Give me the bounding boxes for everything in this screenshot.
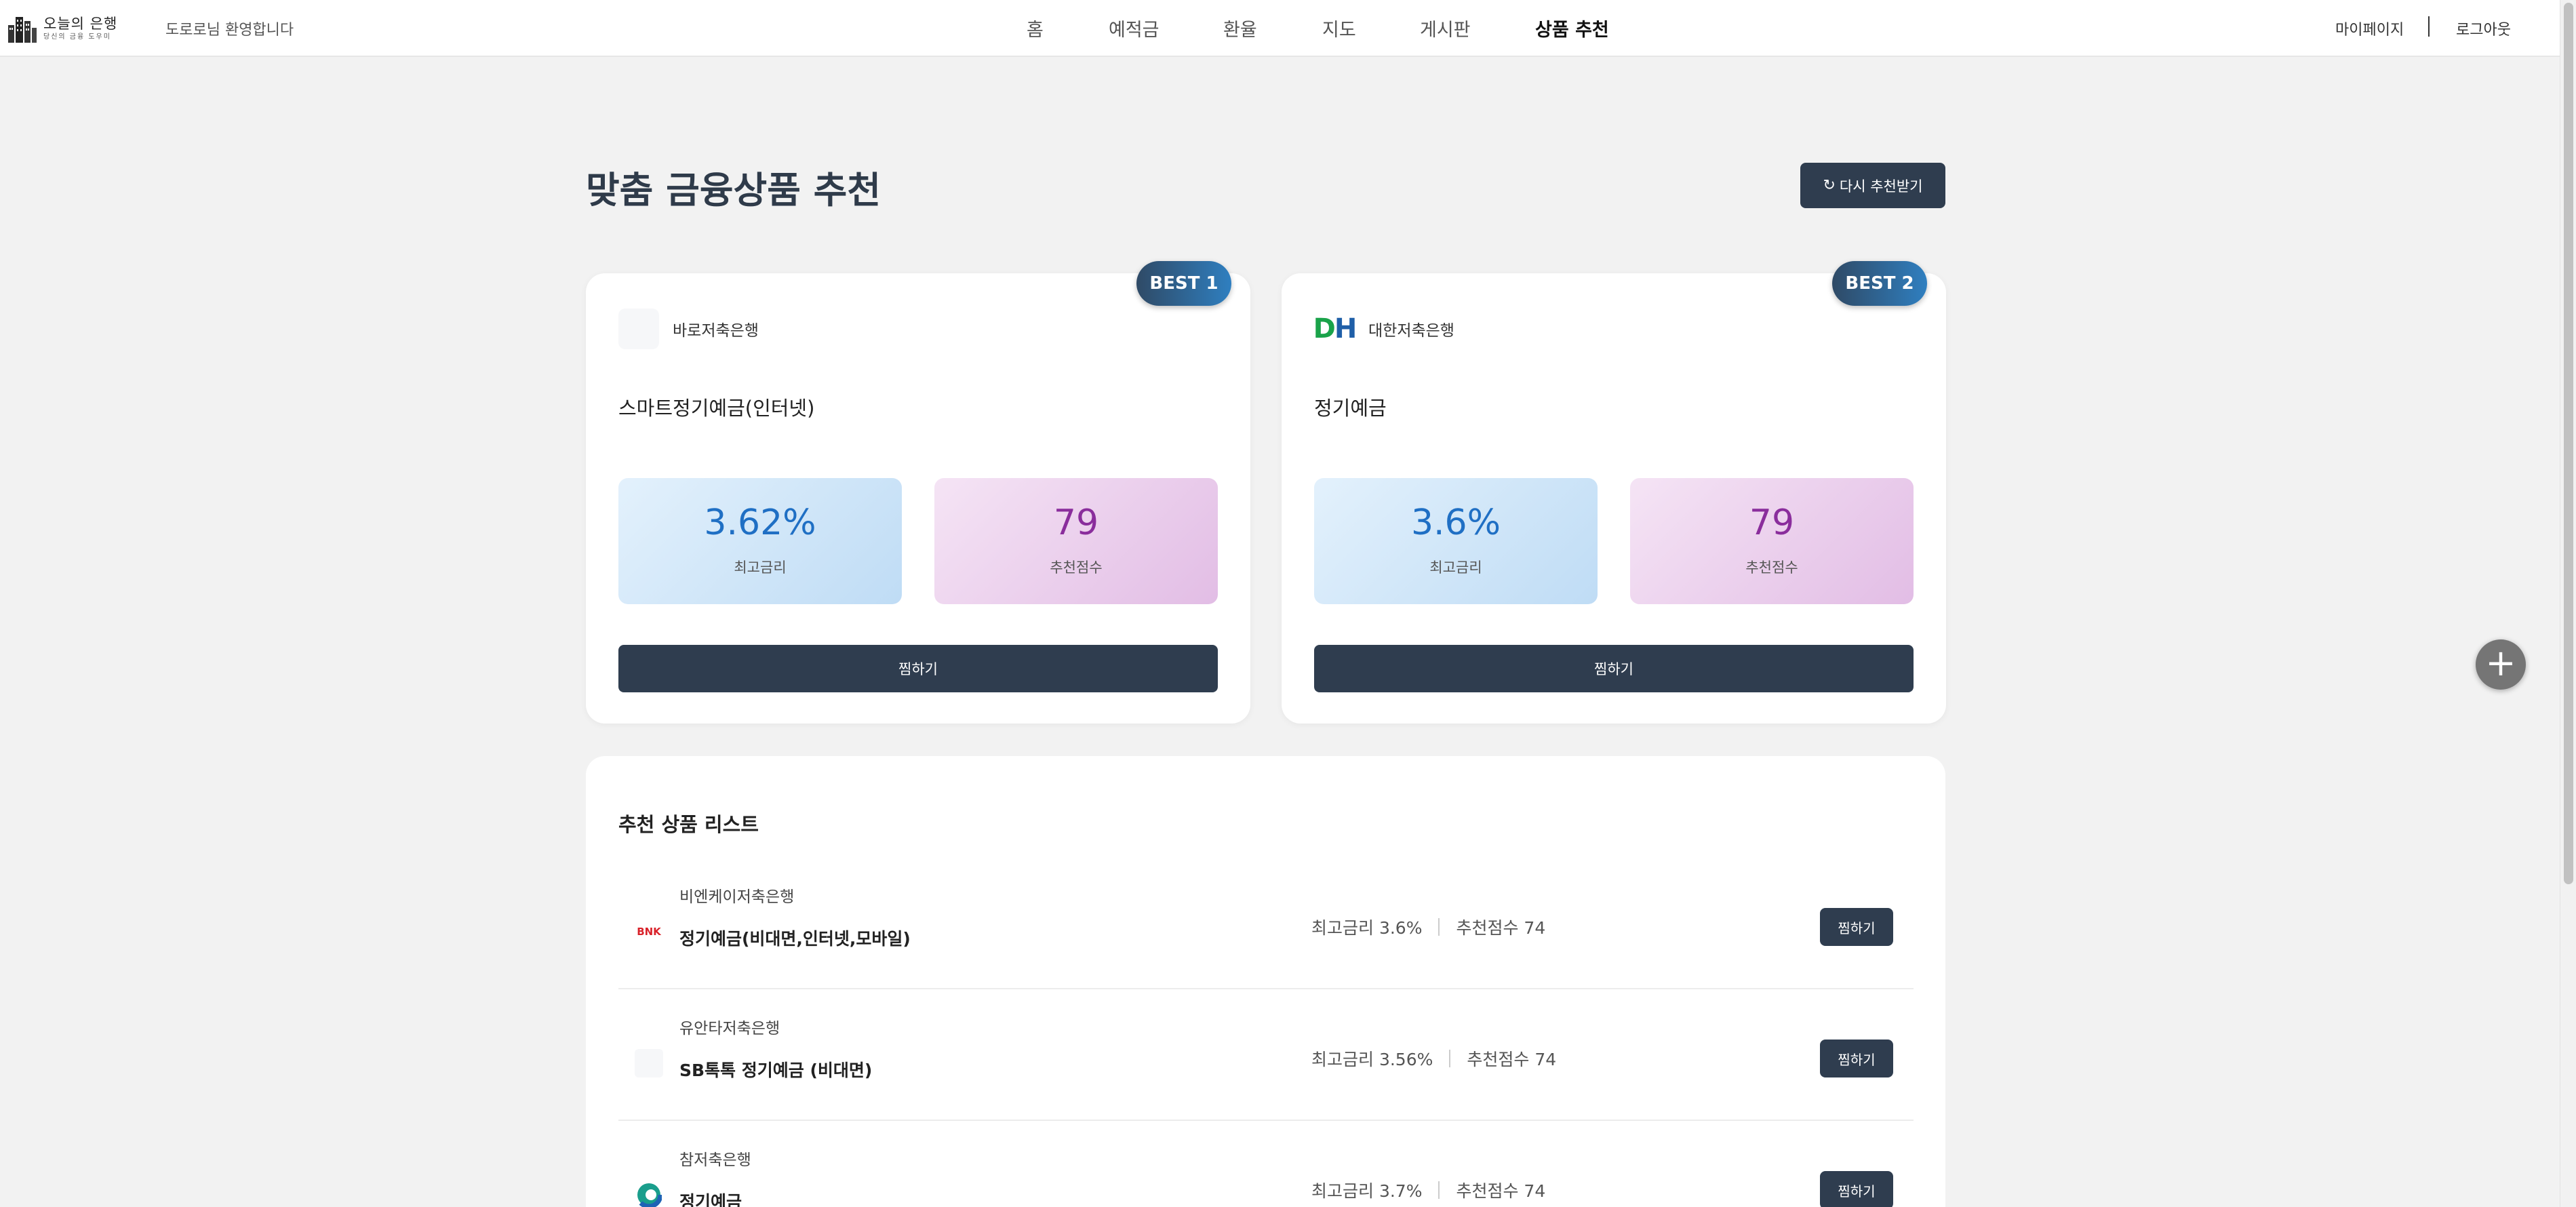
stats-divider — [1438, 1181, 1440, 1199]
bank-name: 대한저축은행 — [1368, 322, 1454, 340]
product-name: 스마트정기예금(인터넷) — [618, 397, 815, 420]
score-text: 추천점수 74 — [1467, 1050, 1557, 1069]
score-box: 79 추천점수 — [1630, 478, 1914, 604]
max-rate-text: 최고금리 3.7% — [1311, 1181, 1423, 1201]
mypage-link[interactable]: 마이페이지 — [2335, 18, 2404, 39]
refresh-button-label: 다시 추천받기 — [1839, 178, 1923, 195]
score-value: 79 — [1749, 502, 1795, 543]
logout-link[interactable]: 로그아웃 — [2456, 18, 2511, 39]
page-title: 맞춤 금융상품 추천 — [586, 169, 881, 212]
nav-exchange[interactable]: 환율 — [1223, 15, 1257, 41]
max-rate-value: 3.6% — [1410, 502, 1501, 543]
list-item: BNK 비엔케이저축은행 정기예금(비대면,인터넷,모바일) 최고금리 3.6%… — [618, 858, 1914, 989]
bank-name: 유안타저축은행 — [679, 1020, 780, 1037]
wishlist-button[interactable]: 찜하기 — [1820, 1171, 1893, 1207]
wishlist-button[interactable]: 찜하기 — [1314, 645, 1914, 692]
dh-logo-text: DH — [1313, 313, 1358, 344]
list-title: 추천 상품 리스트 — [618, 813, 759, 836]
bank-logo — [618, 309, 659, 349]
plus-icon: + — [2485, 641, 2516, 684]
nav-deposits[interactable]: 예적금 — [1109, 15, 1160, 41]
main-nav: 홈 예적금 환율 지도 게시판 상품 추천 — [0, 15, 2560, 42]
score-text: 추천점수 74 — [1456, 918, 1546, 938]
top-header: 오늘의 은행 당신의 금융 도우미 도로로님 환영합니다 홈 예적금 환율 지도… — [0, 0, 2560, 57]
max-rate-label: 최고금리 — [1429, 559, 1482, 576]
product-name: 정기예금(비대면,인터넷,모바일) — [679, 929, 911, 949]
score-label: 추천점수 — [1745, 559, 1798, 576]
nav-recommend[interactable]: 상품 추천 — [1535, 15, 1609, 41]
bank-name: 비엔케이저축은행 — [679, 888, 795, 906]
best-badge: BEST 2 — [1832, 261, 1927, 306]
scrollbar-thumb[interactable] — [2564, 3, 2573, 884]
score-text: 추천점수 74 — [1456, 1181, 1546, 1201]
nav-map[interactable]: 지도 — [1322, 15, 1356, 41]
bank-logo — [635, 1181, 663, 1207]
refresh-recommend-button[interactable]: ↻ 다시 추천받기 — [1800, 163, 1945, 208]
best-card-2: BEST 2 DH 대한저축은행 정기예금 3.6% 최고금리 79 추천점수 … — [1282, 261, 1946, 724]
bank-logo — [635, 1049, 663, 1077]
max-rate-text: 최고금리 3.56% — [1311, 1050, 1433, 1069]
bnk-logo-text: BNK — [637, 926, 661, 938]
wishlist-button[interactable]: 찜하기 — [618, 645, 1218, 692]
bank-logo: DH — [1313, 309, 1358, 349]
floating-add-button[interactable]: + — [2476, 639, 2526, 690]
product-name: 정기예금 — [679, 1192, 742, 1207]
refresh-icon: ↻ — [1823, 177, 1836, 194]
score-value: 79 — [1053, 502, 1099, 543]
list-item: 참저축은행 정기예금 최고금리 3.7% 추천점수 74 찜하기 — [618, 1121, 1914, 1207]
nav-home[interactable]: 홈 — [1027, 15, 1044, 41]
nav-board[interactable]: 게시판 — [1420, 15, 1471, 41]
wishlist-button[interactable]: 찜하기 — [1820, 908, 1893, 946]
max-rate-box: 3.6% 최고금리 — [1314, 478, 1598, 604]
product-name: SB톡톡 정기예금 (비대면) — [679, 1061, 873, 1080]
bank-logo: BNK — [635, 917, 663, 946]
cham-logo-icon — [636, 1182, 662, 1207]
recommend-list-panel: 추천 상품 리스트 BNK 비엔케이저축은행 정기예금(비대면,인터넷,모바일)… — [586, 756, 1945, 1207]
max-rate-text: 최고금리 3.6% — [1311, 918, 1423, 938]
list-item: 유안타저축은행 SB톡톡 정기예금 (비대면) 최고금리 3.56% 추천점수 … — [618, 989, 1914, 1121]
header-divider — [2428, 16, 2430, 37]
max-rate-value: 3.62% — [704, 502, 816, 543]
stats-divider — [1438, 918, 1440, 936]
score-box: 79 추천점수 — [934, 478, 1218, 604]
score-label: 추천점수 — [1050, 559, 1103, 576]
page-scrollbar[interactable] — [2560, 0, 2576, 1207]
wishlist-button[interactable]: 찜하기 — [1820, 1040, 1893, 1077]
bank-name: 바로저축은행 — [673, 322, 759, 340]
product-name: 정기예금 — [1314, 397, 1387, 420]
bank-name: 참저축은행 — [679, 1151, 751, 1169]
best-badge: BEST 1 — [1136, 261, 1231, 306]
max-rate-box: 3.62% 최고금리 — [618, 478, 902, 604]
max-rate-label: 최고금리 — [734, 559, 787, 576]
stats-divider — [1449, 1050, 1451, 1067]
best-card-1: BEST 1 바로저축은행 스마트정기예금(인터넷) 3.62% 최고금리 79… — [586, 261, 1250, 724]
